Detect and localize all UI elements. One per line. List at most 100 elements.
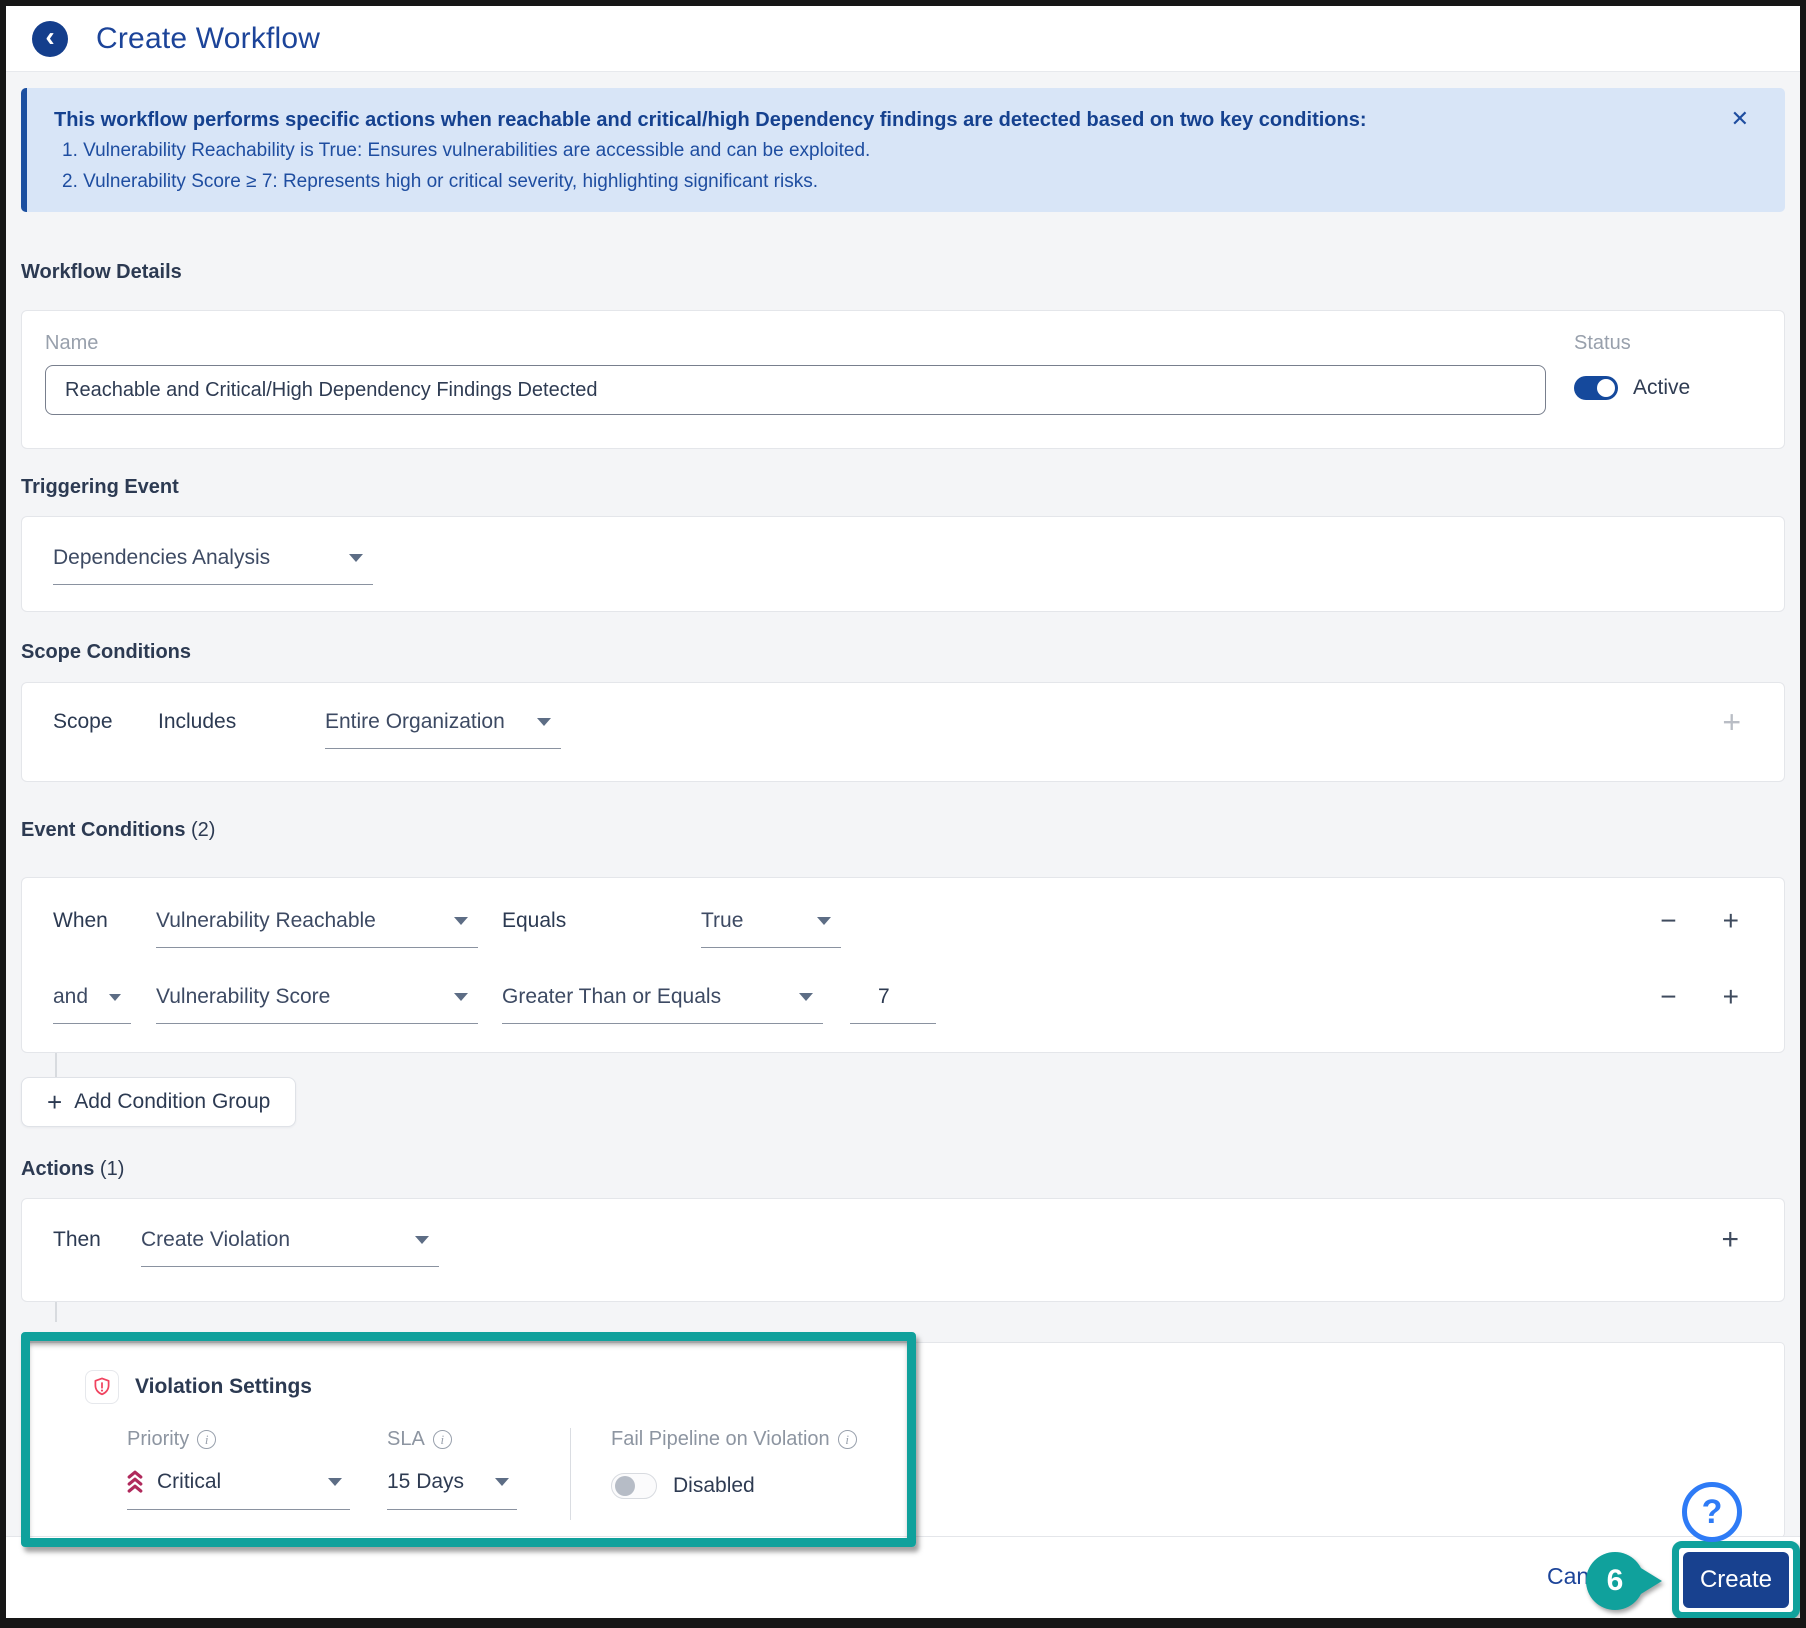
banner-list-item: 2. Vulnerability Score ≥ 7: Represents h…	[62, 171, 818, 192]
condition-value-dropdown[interactable]: True	[701, 908, 841, 948]
scope-value-dropdown[interactable]: Entire Organization	[325, 709, 561, 749]
actions-heading: Actions (1)	[21, 1155, 1785, 1183]
triggering-event-value: Dependencies Analysis	[53, 546, 271, 569]
page-title: Create Workflow	[96, 21, 321, 55]
remove-condition-icon[interactable]: −	[1660, 907, 1676, 935]
chevron-down-icon	[328, 1478, 342, 1486]
action-connector-line	[55, 1302, 57, 1322]
workflow-name-input[interactable]	[45, 365, 1546, 415]
back-chevron-icon: ‹	[45, 20, 55, 52]
create-button[interactable]: Create	[1683, 1552, 1789, 1608]
info-icon: i	[432, 1430, 452, 1449]
fail-pipeline-toggle-row: Disabled	[611, 1473, 857, 1499]
back-button[interactable]: ‹	[32, 20, 68, 57]
triggering-event-dropdown[interactable]: Dependencies Analysis	[53, 545, 373, 585]
sla-label-row: SLA i	[387, 1428, 570, 1451]
footer-bar: Cancel Create	[6, 1536, 1800, 1618]
toggle-knob	[615, 1476, 635, 1496]
condition-value-input[interactable]: 7	[850, 984, 936, 1024]
remove-condition-icon[interactable]: −	[1660, 983, 1676, 1011]
violation-settings-title: Violation Settings	[135, 1375, 312, 1398]
condition-prefix: When	[53, 909, 108, 932]
name-field-group: Name	[45, 332, 1546, 448]
workflow-details-heading: Workflow Details	[21, 258, 1785, 286]
add-condition-icon[interactable]: +	[1723, 907, 1739, 935]
annotation-step-badge: 6	[1586, 1552, 1662, 1610]
scope-operator-label: Includes	[158, 710, 237, 733]
sla-field-group: SLA i 15 Days	[387, 1428, 570, 1520]
info-banner: This workflow performs specific actions …	[21, 88, 1785, 212]
condition-operator-label: Equals	[502, 909, 567, 932]
add-scope-condition-icon[interactable]: +	[1722, 706, 1741, 738]
event-conditions-heading-text: Event Conditions	[21, 819, 186, 841]
status-value: Active	[1633, 376, 1691, 399]
chevron-down-icon	[495, 1478, 509, 1486]
add-condition-icon[interactable]: +	[1723, 983, 1739, 1011]
status-toggle[interactable]	[1574, 376, 1618, 400]
priority-dropdown[interactable]: Critical	[127, 1469, 350, 1510]
condition-logic-group: and	[53, 984, 156, 1024]
help-button[interactable]: ?	[1682, 1482, 1742, 1542]
scope-conditions-heading-text: Scope Conditions	[21, 641, 191, 663]
condition-value: True	[701, 909, 744, 932]
logic-operator-value: and	[53, 985, 89, 1008]
scope-value: Entire Organization	[325, 710, 505, 733]
scope-conditions-heading: Scope Conditions	[21, 638, 1785, 666]
violation-settings-fields: Priority i Critical SLA i 15 Days Fail P…	[127, 1428, 1784, 1520]
banner-title: This workflow performs specific actions …	[54, 109, 1367, 131]
condition-operator-dropdown[interactable]: Greater Than or Equals	[502, 984, 823, 1024]
violation-settings-panel: Violation Settings Priority i Critical S…	[21, 1342, 1785, 1538]
chevron-down-icon	[817, 917, 831, 925]
fail-pipeline-field-group: Fail Pipeline on Violation i Disabled	[571, 1428, 857, 1520]
priority-label: Priority	[127, 1428, 190, 1450]
fail-pipeline-toggle[interactable]	[611, 1473, 657, 1499]
event-conditions-card: When Vulnerability Reachable Equals True…	[21, 877, 1785, 1053]
name-label: Name	[45, 332, 99, 354]
chevron-down-icon	[454, 993, 468, 1001]
violation-settings-header: Violation Settings	[85, 1370, 1784, 1404]
condition-operator-value: Greater Than or Equals	[502, 985, 722, 1008]
condition-field-dropdown[interactable]: Vulnerability Score	[156, 984, 478, 1024]
info-icon: i	[837, 1430, 857, 1449]
action-type-dropdown[interactable]: Create Violation	[141, 1227, 439, 1267]
fail-pipeline-value: Disabled	[673, 1474, 755, 1497]
step-number: 6	[1586, 1552, 1644, 1610]
violation-shield-icon	[85, 1370, 119, 1404]
logic-operator-dropdown[interactable]: and	[53, 984, 131, 1024]
workflow-details-heading-text: Workflow Details	[21, 261, 182, 283]
fail-pipeline-label: Fail Pipeline on Violation	[611, 1428, 830, 1450]
chevron-down-icon	[454, 917, 468, 925]
condition-field-dropdown[interactable]: Vulnerability Reachable	[156, 908, 478, 948]
priority-label-row: Priority i	[127, 1428, 387, 1451]
condition-connector-line	[55, 1053, 57, 1077]
chevron-down-icon	[349, 554, 363, 562]
priority-value: Critical	[157, 1470, 222, 1493]
condition-row: and Vulnerability Score Greater Than or …	[53, 983, 1784, 1024]
condition-row: When Vulnerability Reachable Equals True…	[53, 907, 1784, 948]
action-type-value: Create Violation	[141, 1228, 291, 1251]
triggering-event-heading: Triggering Event	[21, 473, 1785, 501]
add-action-icon[interactable]: +	[1721, 1225, 1739, 1255]
actions-count: (1)	[99, 1158, 125, 1180]
main-content: This workflow performs specific actions …	[6, 88, 1800, 1547]
banner-close-icon[interactable]: ✕	[1731, 108, 1749, 130]
add-condition-group-button[interactable]: + Add Condition Group	[21, 1077, 297, 1127]
event-conditions-heading: Event Conditions (2)	[21, 816, 1785, 844]
action-prefix: Then	[53, 1228, 101, 1251]
plus-icon: +	[47, 1086, 63, 1117]
chevron-down-icon	[537, 718, 551, 726]
chevron-down-icon	[415, 1236, 429, 1244]
row-controls: − +	[1660, 907, 1739, 935]
sla-label: SLA	[387, 1428, 425, 1450]
violation-settings-wrapper: Violation Settings Priority i Critical S…	[21, 1332, 1785, 1547]
scope-conditions-card: Scope Includes Entire Organization +	[21, 682, 1785, 782]
status-label: Status	[1574, 332, 1631, 354]
condition-field-value: Vulnerability Reachable	[156, 909, 376, 932]
status-row: Active	[1574, 376, 1760, 400]
sla-value: 15 Days	[387, 1470, 465, 1493]
priority-field-group: Priority i Critical	[127, 1428, 387, 1520]
chevron-down-icon	[799, 993, 813, 1001]
sla-dropdown[interactable]: 15 Days	[387, 1469, 517, 1510]
workflow-details-card: Name Status Active	[21, 310, 1785, 449]
toggle-knob	[1597, 379, 1615, 397]
